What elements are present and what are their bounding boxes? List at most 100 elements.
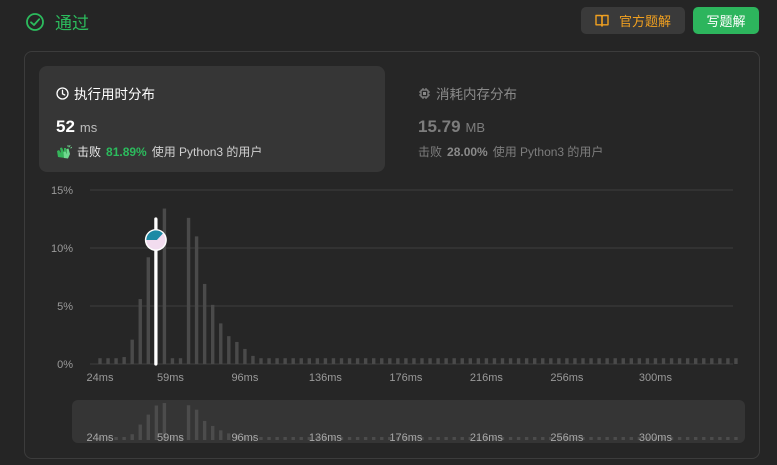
overview-x-tick-label: 256ms	[550, 432, 584, 444]
histogram-bar[interactable]	[621, 358, 625, 364]
histogram-bar[interactable]	[194, 236, 199, 364]
overview-bar	[380, 437, 384, 440]
runtime-distribution-chart[interactable]: 0% 5% 10% 15% 24ms 59ms 96ms 136ms 176ms 216ms 256…	[0, 0, 777, 465]
histogram-bar[interactable]	[267, 358, 271, 364]
histogram-bar[interactable]	[549, 358, 553, 364]
histogram-bar[interactable]	[694, 358, 698, 364]
histogram-bar[interactable]	[138, 299, 142, 364]
overview-x-tick-label: 216ms	[470, 432, 504, 444]
histogram-bar[interactable]	[541, 358, 545, 364]
histogram-bar[interactable]	[484, 358, 489, 364]
histogram-bar[interactable]	[323, 358, 328, 364]
histogram-bar[interactable]	[557, 358, 561, 364]
histogram-bar[interactable]	[243, 348, 247, 364]
histogram-bar[interactable]	[339, 358, 344, 364]
histogram-bar[interactable]	[98, 358, 102, 364]
histogram-bar[interactable]	[605, 358, 609, 364]
histogram-bar[interactable]	[533, 358, 537, 364]
histogram-bar[interactable]	[645, 358, 650, 364]
histogram-bar[interactable]	[388, 358, 392, 364]
histogram-bar[interactable]	[251, 355, 255, 364]
histogram-bar[interactable]	[460, 358, 464, 364]
histogram-bar[interactable]	[331, 358, 336, 364]
histogram-bar[interactable]	[597, 358, 601, 364]
histogram-bar[interactable]	[444, 358, 448, 364]
x-tick-label: 300ms	[639, 372, 673, 384]
histogram-bar[interactable]	[685, 358, 690, 364]
histogram-bar[interactable]	[710, 358, 714, 364]
histogram-bar[interactable]	[589, 358, 593, 364]
histogram-bar[interactable]	[734, 358, 738, 364]
histogram-bar[interactable]	[372, 358, 376, 364]
histogram-bar[interactable]	[347, 358, 352, 364]
histogram-bar[interactable]	[211, 304, 215, 364]
histogram-bar[interactable]	[114, 358, 118, 364]
histogram-bar[interactable]	[291, 358, 295, 364]
histogram-bar[interactable]	[235, 341, 239, 364]
histogram-bar[interactable]	[468, 358, 472, 364]
histogram-bar[interactable]	[637, 358, 642, 364]
histogram-bar[interactable]	[186, 217, 191, 364]
histogram-bar[interactable]	[396, 358, 400, 364]
histogram-bar[interactable]	[500, 358, 505, 364]
histogram-bar[interactable]	[452, 358, 456, 364]
histogram-bar[interactable]	[170, 358, 175, 364]
histogram-bar[interactable]	[573, 358, 577, 364]
histogram-bar[interactable]	[629, 358, 633, 364]
histogram-bar[interactable]	[283, 358, 287, 364]
overview-bar	[267, 437, 271, 440]
histogram-bar[interactable]	[404, 358, 408, 364]
histogram-bar[interactable]	[146, 257, 150, 364]
histogram-bar[interactable]	[315, 358, 320, 364]
overview-bar	[138, 424, 142, 440]
histogram-bar[interactable]	[106, 358, 110, 364]
overview-bar	[219, 430, 223, 440]
histogram-bar[interactable]	[581, 358, 585, 364]
histogram-bar[interactable]	[130, 339, 134, 364]
histogram-bar[interactable]	[420, 358, 424, 364]
histogram-bar[interactable]	[661, 358, 666, 364]
overview-bar	[710, 437, 714, 440]
histogram-bar[interactable]	[476, 358, 481, 364]
overview-bar	[146, 414, 150, 440]
y-tick-label: 10%	[51, 243, 73, 255]
overview-bar	[452, 437, 456, 440]
histogram-bar[interactable]	[380, 358, 384, 364]
overview-bar	[524, 437, 529, 440]
histogram-bar[interactable]	[677, 358, 682, 364]
overview-bar	[194, 409, 199, 440]
histogram-bar[interactable]	[516, 358, 521, 364]
x-tick-label: 24ms	[87, 372, 114, 384]
histogram-bar[interactable]	[613, 358, 617, 364]
histogram-bar[interactable]	[718, 358, 722, 364]
histogram-bar[interactable]	[669, 358, 674, 364]
overview-bar	[613, 437, 617, 440]
histogram-bar[interactable]	[275, 358, 279, 364]
histogram-bar[interactable]	[702, 358, 706, 364]
overview-bar	[347, 437, 352, 440]
histogram-bar[interactable]	[492, 358, 497, 364]
histogram-bar[interactable]	[726, 358, 730, 364]
histogram-bar[interactable]	[524, 358, 529, 364]
x-tick-label: 59ms	[157, 372, 184, 384]
histogram-bar[interactable]	[227, 336, 231, 364]
histogram-bar[interactable]	[202, 283, 207, 364]
histogram-bar[interactable]	[259, 358, 263, 364]
overview-bar	[621, 437, 625, 440]
histogram-bar[interactable]	[363, 358, 368, 364]
overview-bar	[122, 437, 126, 440]
histogram-bar[interactable]	[508, 358, 513, 364]
histogram-bar[interactable]	[412, 358, 416, 364]
overview-bar	[436, 437, 440, 440]
histogram-bar[interactable]	[178, 358, 183, 364]
histogram-bar[interactable]	[428, 358, 432, 364]
histogram-bar[interactable]	[436, 358, 440, 364]
histogram-bar[interactable]	[307, 358, 311, 364]
histogram-bar[interactable]	[299, 358, 303, 364]
histogram-bar[interactable]	[565, 358, 569, 364]
overview-x-tick-label: 96ms	[231, 432, 258, 444]
histogram-bar[interactable]	[122, 357, 126, 364]
histogram-bar[interactable]	[653, 358, 658, 364]
histogram-bar[interactable]	[219, 323, 223, 364]
histogram-bar[interactable]	[355, 358, 360, 364]
